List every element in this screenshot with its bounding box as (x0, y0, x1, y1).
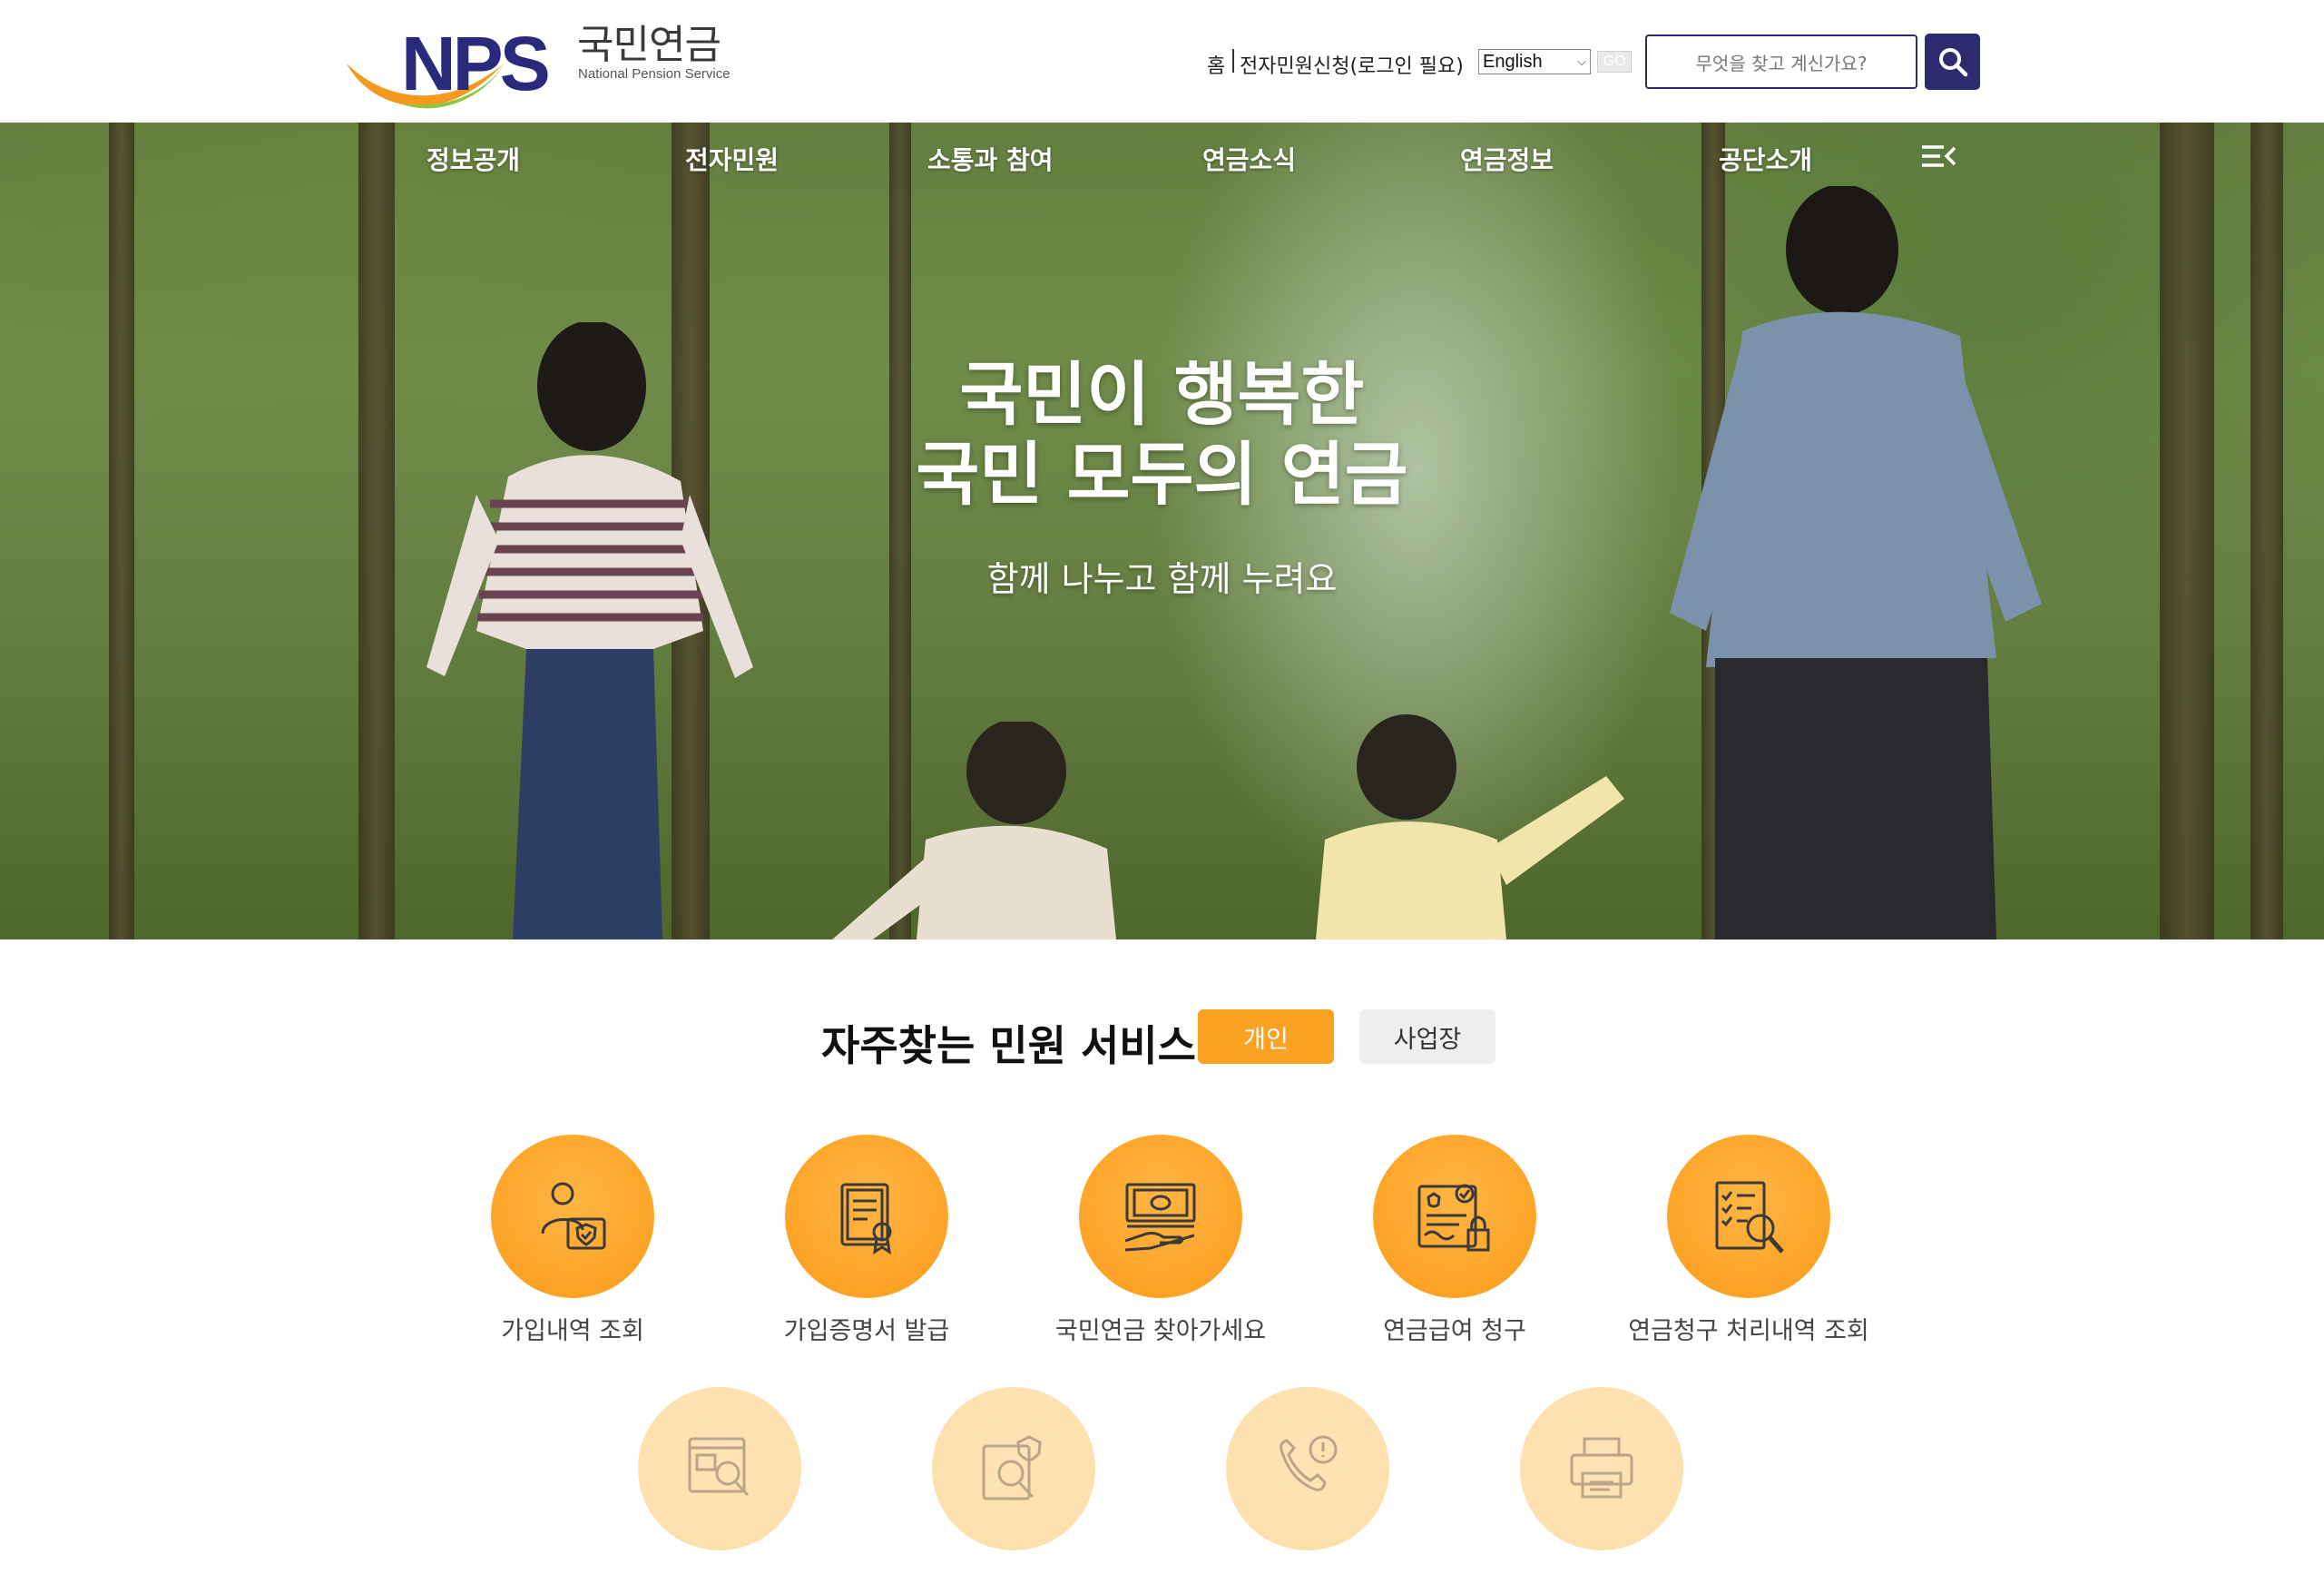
logo-english: National Pension Service (578, 66, 731, 82)
checklist-search-icon (1715, 1181, 1784, 1254)
service-circle (491, 1135, 654, 1298)
service-circle (1667, 1135, 1830, 1298)
service-item-faded[interactable] (1162, 1387, 1453, 1550)
nav-item-about[interactable]: 공단소개 (1719, 141, 1812, 177)
tab-personal[interactable]: 개인 (1198, 1009, 1334, 1064)
chevron-down-icon: ⌵ (1577, 54, 1586, 68)
service-item-faded[interactable] (1456, 1387, 1747, 1550)
hero-title-line1: 국민이 행복한 (959, 354, 1365, 435)
certificate-icon (840, 1183, 892, 1254)
printer-icon (1570, 1437, 1633, 1499)
service-membership-lookup[interactable]: 가입내역 조회 (427, 1135, 718, 1346)
service-label: 국민연금 찾아가세요 (1054, 1317, 1267, 1345)
service-circle (1079, 1135, 1242, 1298)
service-item-faded[interactable] (574, 1387, 865, 1550)
nav-item-pension-info[interactable]: 연금정보 (1460, 141, 1554, 177)
service-circle (638, 1387, 801, 1550)
service-label: 연금급여 청구 (1383, 1317, 1526, 1345)
language-value: English (1483, 51, 1543, 72)
hero-title-line2: 국민 모두의 연금 (916, 434, 1408, 515)
tab-business[interactable]: 사업장 (1359, 1009, 1495, 1064)
services-title: 자주찾는 민원 서비스 (821, 1021, 1196, 1070)
nav-item-e-civil[interactable]: 전자민원 (685, 141, 779, 177)
phone-alert-icon (1280, 1435, 1338, 1491)
service-label: 가입내역 조회 (501, 1317, 644, 1345)
service-circle (785, 1135, 948, 1298)
search-placeholder: 무엇을 찾고 계신가요? (1695, 52, 1868, 74)
document-search-icon (688, 1437, 750, 1497)
claim-document-icon (1417, 1184, 1490, 1252)
nav-item-info-disclosure[interactable]: 정보공개 (427, 141, 520, 177)
money-hand-icon (1124, 1183, 1196, 1252)
logo-text: NPS (401, 21, 551, 106)
hero-banner: 정보공개 전자민원 소통과 참여 연금소식 연금정보 공단소개 국민이 행복한 … (0, 123, 2324, 939)
menu-icon[interactable] (1920, 143, 1956, 170)
service-find-pension[interactable]: 국민연금 찾아가세요 (1015, 1135, 1306, 1346)
service-circle (1373, 1135, 1536, 1298)
service-benefit-claim[interactable]: 연금급여 청구 (1309, 1135, 1600, 1346)
service-claim-status[interactable]: 연금청구 처리내역 조회 (1603, 1135, 1894, 1346)
service-label: 가입증명서 발급 (783, 1317, 950, 1345)
service-item-faded[interactable] (868, 1387, 1159, 1550)
boy-figure (832, 722, 1116, 939)
nps-logo[interactable]: NPS 국민연금 National Pension Service (345, 20, 735, 122)
service-circle (1520, 1387, 1683, 1550)
security-search-icon (982, 1435, 1042, 1500)
service-circle (1226, 1387, 1389, 1550)
search-icon (1938, 48, 1967, 77)
divider (1232, 49, 1234, 73)
service-label: 연금청구 처리내역 조회 (1628, 1317, 1869, 1345)
go-button[interactable]: GO (1597, 51, 1632, 73)
search-input[interactable]: 무엇을 찾고 계신가요? (1645, 34, 1917, 89)
hero-subtitle: 함께 나누고 함께 누려요 (986, 559, 1338, 599)
header: NPS 국민연금 National Pension Service 홈 전자민원… (0, 0, 2324, 123)
ecivil-link[interactable]: 전자민원신청(로그인 필요) (1240, 50, 1464, 79)
service-circle (932, 1387, 1095, 1550)
service-certificate-issue[interactable]: 가입증명서 발급 (721, 1135, 1012, 1346)
girl-figure (1316, 714, 1624, 939)
main-nav: 정보공개 전자민원 소통과 참여 연금소식 연금정보 공단소개 (0, 123, 2324, 195)
search-button[interactable] (1925, 34, 1980, 90)
nav-item-pension-news[interactable]: 연금소식 (1202, 141, 1296, 177)
logo-korean: 국민연금 (577, 22, 721, 68)
nav-item-communication[interactable]: 소통과 참여 (927, 141, 1054, 177)
member-shield-icon (541, 1182, 606, 1250)
language-select[interactable]: English ⌵ (1478, 49, 1591, 74)
home-link[interactable]: 홈 (1207, 50, 1225, 79)
